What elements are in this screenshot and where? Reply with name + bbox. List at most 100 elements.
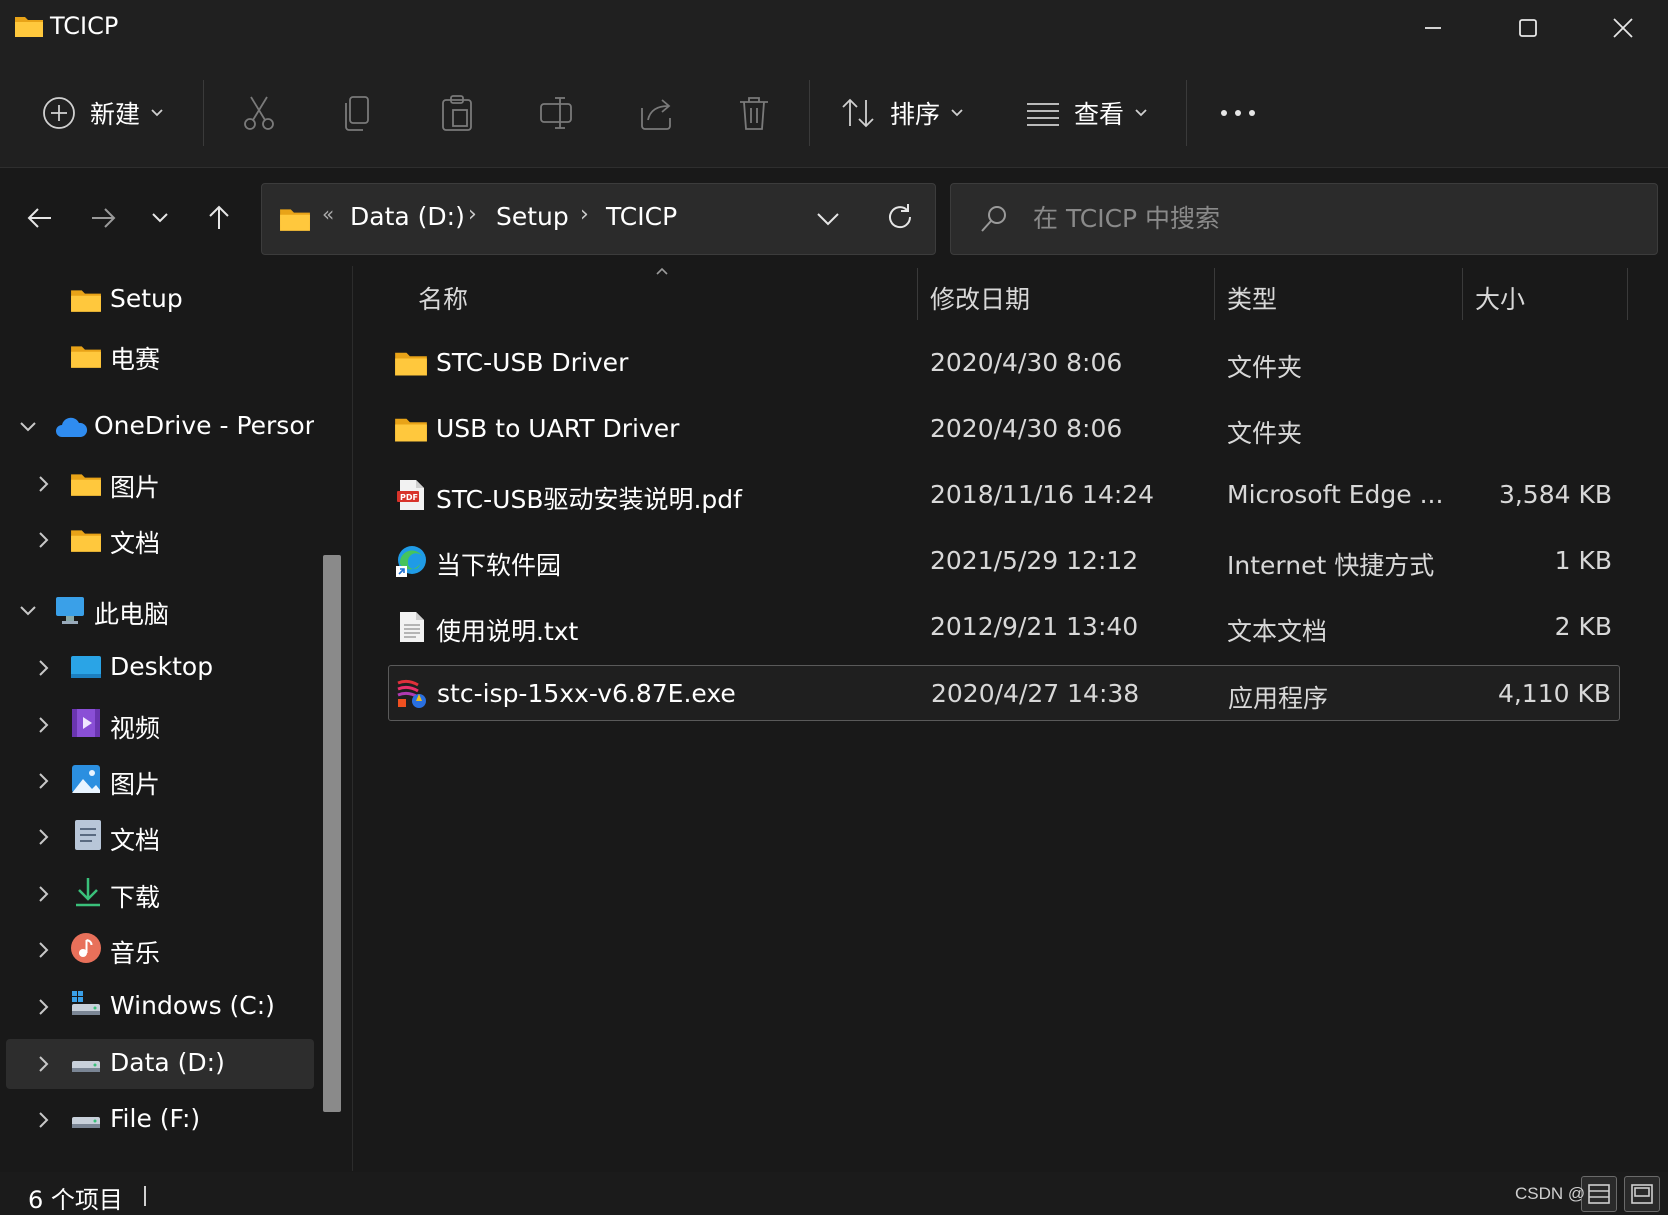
expand-chevron[interactable] (32, 995, 56, 1019)
sidebar-item-drive-d[interactable]: Data (D:) (0, 1039, 320, 1089)
minimize-button[interactable] (1386, 0, 1480, 56)
sidebar-item-label: Desktop (110, 652, 214, 681)
search-input[interactable] (1033, 198, 1633, 238)
sidebar-item-label: OneDrive - Persona (94, 411, 314, 440)
column-header-size[interactable]: 大小 (1463, 268, 1627, 324)
sidebar-item-pictures[interactable]: 图片 (0, 756, 320, 806)
clipboard-icon (442, 95, 472, 131)
expand-chevron[interactable] (16, 599, 40, 623)
more-options-button[interactable] (1218, 86, 1258, 140)
tiles-view-button[interactable] (1624, 1176, 1660, 1212)
drive-icon (72, 1061, 100, 1072)
sidebar-item-label: 音乐 (110, 939, 161, 968)
column-header-date[interactable]: 修改日期 (918, 268, 1214, 324)
breadcrumb-tcicp[interactable]: TCICP (606, 202, 677, 231)
expand-chevron[interactable] (32, 938, 56, 962)
arrow-up-icon (209, 205, 229, 229)
sidebar-item-documents[interactable]: 文档 (0, 812, 320, 862)
file-type: 应用程序 (1228, 684, 1329, 713)
delete-button[interactable] (738, 86, 770, 140)
new-label: 新建 (90, 100, 141, 129)
expand-chevron[interactable] (32, 1108, 56, 1132)
details-view-button[interactable] (1581, 1176, 1617, 1212)
expand-chevron[interactable] (16, 415, 40, 439)
file-type: 文本文档 (1227, 617, 1328, 646)
toolbar-divider (809, 80, 810, 146)
recent-locations-button[interactable] (138, 196, 182, 240)
column-header-type[interactable]: 类型 (1215, 268, 1463, 324)
chevron-down-icon[interactable] (816, 206, 840, 232)
file-date: 2021/5/29 12:12 (930, 546, 1139, 575)
refresh-icon[interactable] (886, 202, 914, 232)
chevron-down-icon (951, 109, 963, 117)
item-count: 6 个项目 (28, 1186, 123, 1214)
breadcrumb-data-drive[interactable]: Data (D:) (350, 202, 465, 231)
sidebar-item-diansai[interactable]: 电赛 (0, 331, 320, 381)
sidebar-item-music[interactable]: 音乐 (0, 925, 320, 975)
expand-chevron[interactable] (32, 1052, 56, 1076)
file-row[interactable]: 当下软件园 2021/5/29 12:12 Internet 快捷方式 1 KB (388, 533, 1620, 589)
sort-button[interactable]: 排序 (840, 86, 964, 140)
new-button[interactable]: 新建 (42, 86, 164, 140)
folder-icon (395, 352, 427, 376)
rename-button[interactable] (538, 86, 574, 140)
sidebar-item-label: 视频 (110, 714, 161, 743)
sort-icon (842, 98, 874, 128)
folder-icon (71, 474, 101, 496)
forward-button[interactable] (81, 196, 125, 240)
up-button[interactable] (197, 196, 241, 240)
sidebar-item-desktop[interactable]: Desktop (0, 643, 320, 693)
chevron-right-icon (39, 532, 49, 548)
column-divider[interactable] (1627, 268, 1628, 320)
music-icon (71, 933, 101, 963)
sidebar-item-drive-c[interactable]: Windows (C:) (0, 982, 320, 1032)
sidebar-item-drive-f[interactable]: File (F:) (0, 1095, 320, 1145)
column-header-name[interactable]: 名称 (360, 268, 916, 324)
chevron-down-icon (20, 606, 36, 616)
view-button[interactable]: 查看 (1026, 86, 1148, 140)
close-button[interactable] (1576, 0, 1668, 56)
maximize-button[interactable] (1481, 0, 1575, 56)
file-row-selected[interactable]: stc-isp-15xx-v6.87E.exe 2020/4/27 14:38 … (388, 665, 1620, 721)
cut-button[interactable] (242, 86, 276, 140)
back-button[interactable] (18, 196, 62, 240)
overflow-indicator[interactable]: « (322, 202, 334, 226)
copy-button[interactable] (342, 86, 372, 140)
file-row[interactable]: USB to UART Driver 2020/4/30 8:06 文件夹 (388, 401, 1620, 457)
sidebar-item-onedrive-documents[interactable]: 文档 (0, 515, 320, 565)
svg-text:PDF: PDF (400, 493, 418, 502)
folder-icon (280, 209, 310, 231)
file-row[interactable]: STC-USB Driver 2020/4/30 8:06 文件夹 (388, 335, 1620, 391)
file-row[interactable]: PDF STC-USB驱动安装说明.pdf 2018/11/16 14:24 M… (388, 467, 1620, 523)
file-date: 2020/4/27 14:38 (931, 679, 1140, 708)
chevron-right-icon (39, 1056, 49, 1072)
expand-chevron[interactable] (32, 882, 56, 906)
arrow-right-icon (92, 208, 116, 228)
expand-chevron[interactable] (32, 656, 56, 680)
sidebar-item-label: 此电脑 (94, 600, 170, 629)
sidebar-item-setup[interactable]: Setup (0, 275, 320, 325)
paste-button[interactable] (440, 86, 474, 140)
sidebar-item-onedrive-pictures[interactable]: 图片 (0, 459, 320, 509)
expand-chevron[interactable] (32, 472, 56, 496)
close-icon (1613, 18, 1633, 38)
search-box[interactable] (950, 183, 1658, 255)
sidebar-item-videos[interactable]: 视频 (0, 700, 320, 750)
file-type: 文件夹 (1227, 353, 1303, 382)
minimize-icon (1425, 27, 1441, 29)
address-bar[interactable]: « Data (D:) › Setup › TCICP (261, 183, 936, 255)
expand-chevron[interactable] (32, 713, 56, 737)
sidebar-item-onedrive[interactable]: OneDrive - Persona (0, 402, 320, 452)
sidebar-item-downloads[interactable]: 下载 (0, 869, 320, 919)
expand-chevron[interactable] (32, 825, 56, 849)
file-type: Internet 快捷方式 (1227, 551, 1435, 580)
sidebar-item-this-pc[interactable]: 此电脑 (0, 586, 320, 636)
expand-chevron[interactable] (32, 769, 56, 793)
folder-icon (395, 418, 427, 442)
maximize-icon (1519, 19, 1537, 37)
expand-chevron[interactable] (32, 528, 56, 552)
sidebar-scrollbar[interactable] (323, 555, 341, 1112)
file-row[interactable]: 使用说明.txt 2012/9/21 13:40 文本文档 2 KB (388, 599, 1620, 655)
breadcrumb-setup[interactable]: Setup (496, 202, 569, 231)
share-button[interactable] (638, 86, 674, 140)
